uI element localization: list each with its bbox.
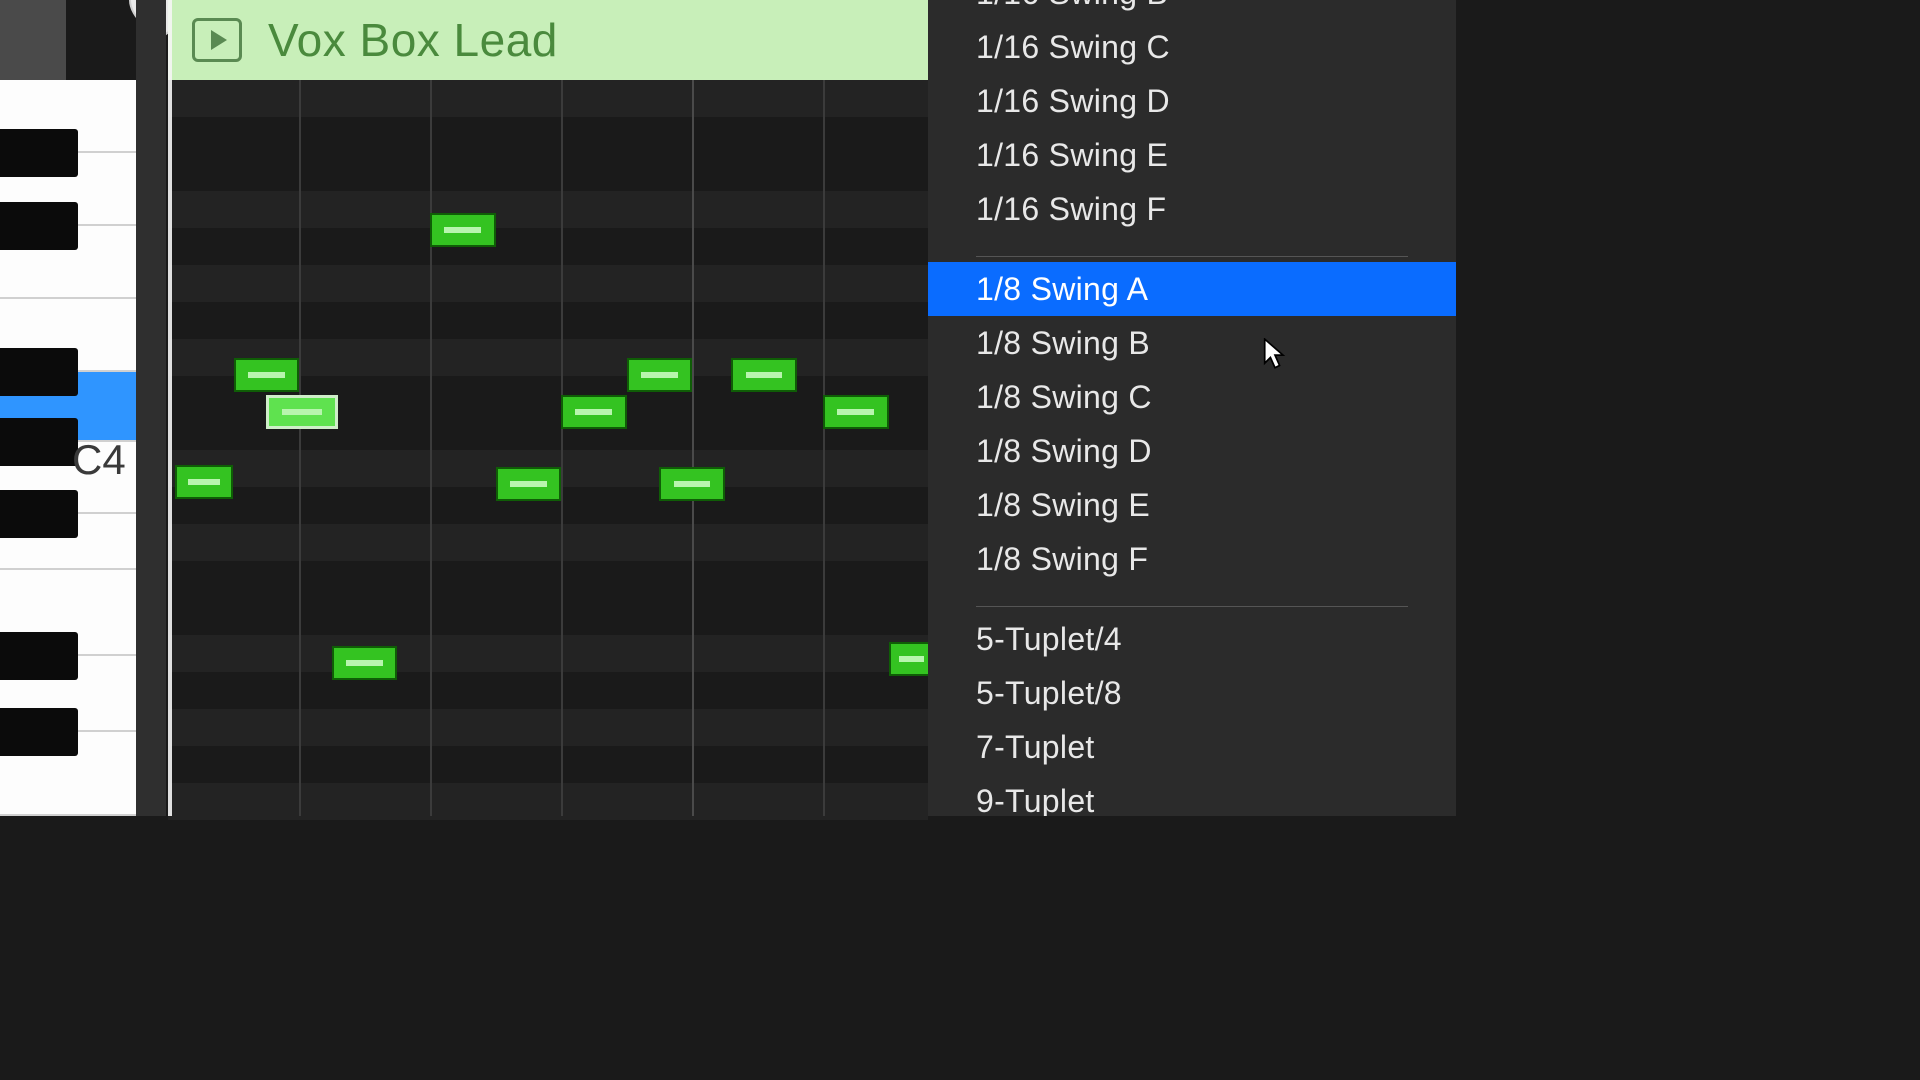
midi-note[interactable]	[496, 467, 562, 501]
menu-item[interactable]: 1/16 Swing B	[928, 0, 1456, 20]
menu-item[interactable]: 1/8 Swing F	[928, 532, 1456, 586]
menu-item[interactable]: 1/8 Swing A	[928, 262, 1456, 316]
grid-row	[168, 228, 928, 265]
grid-line	[430, 80, 432, 816]
midi-note[interactable]	[430, 213, 496, 247]
grid-row	[168, 746, 928, 783]
grid-row	[168, 820, 928, 857]
grid-row	[168, 672, 928, 709]
grid-row	[168, 635, 928, 672]
grid-line	[692, 80, 694, 816]
note-velocity-bar	[248, 372, 285, 378]
menu-item[interactable]: 1/16 Swing D	[928, 74, 1456, 128]
app-root: Vox Box Lead C4 1/16 Swing B1/16 Swing C…	[0, 0, 1456, 816]
black-key[interactable]	[0, 418, 78, 466]
menu-separator	[976, 256, 1408, 257]
midi-note[interactable]	[823, 395, 889, 429]
menu-item[interactable]: 1/8 Swing C	[928, 370, 1456, 424]
note-velocity-bar	[837, 409, 874, 415]
black-key[interactable]	[0, 632, 78, 680]
menu-item[interactable]: 1/8 Swing B	[928, 316, 1456, 370]
black-key[interactable]	[0, 348, 78, 396]
grid-line	[299, 80, 301, 816]
note-velocity-bar	[346, 660, 383, 666]
menu-item[interactable]: 1/16 Swing C	[928, 20, 1456, 74]
note-velocity-bar	[575, 409, 612, 415]
grid-row	[168, 191, 928, 228]
midi-note[interactable]	[659, 467, 725, 501]
grid-row	[168, 598, 928, 635]
ruler-strip[interactable]	[136, 0, 166, 816]
grid-row	[168, 561, 928, 598]
playhead[interactable]	[168, 0, 172, 816]
piano-keyboard[interactable]: C4	[0, 80, 136, 816]
note-velocity-bar	[444, 227, 481, 233]
play-region-button[interactable]	[192, 18, 242, 62]
grid-line	[561, 80, 563, 816]
menu-item[interactable]: 9-Tuplet	[928, 774, 1456, 816]
note-velocity-bar	[746, 372, 783, 378]
midi-note[interactable]	[234, 358, 300, 392]
black-key[interactable]	[0, 708, 78, 756]
note-velocity-bar	[641, 372, 678, 378]
piano-roll-grid[interactable]	[168, 80, 928, 816]
black-key[interactable]	[0, 129, 78, 177]
menu-separator	[976, 606, 1408, 607]
midi-note[interactable]	[627, 358, 693, 392]
region-title: Vox Box Lead	[268, 13, 558, 67]
quantize-menu[interactable]: 1/16 Swing B1/16 Swing C1/16 Swing D1/16…	[928, 0, 1456, 816]
black-key[interactable]	[0, 202, 78, 250]
midi-note[interactable]	[731, 358, 797, 392]
grid-row	[168, 117, 928, 154]
region-header[interactable]: Vox Box Lead	[168, 0, 928, 80]
play-icon	[211, 30, 227, 50]
menu-item[interactable]: 1/8 Swing D	[928, 424, 1456, 478]
midi-note[interactable]	[332, 646, 398, 680]
menu-item[interactable]: 7-Tuplet	[928, 720, 1456, 774]
grid-row	[168, 302, 928, 339]
black-key[interactable]	[0, 490, 78, 538]
grid-row	[168, 709, 928, 746]
menu-item[interactable]: 1/16 Swing F	[928, 182, 1456, 236]
grid-row	[168, 80, 928, 117]
note-velocity-bar	[899, 656, 924, 662]
menu-item[interactable]: 1/16 Swing E	[928, 128, 1456, 182]
grid-row	[168, 265, 928, 302]
menu-item[interactable]: 5-Tuplet/4	[928, 612, 1456, 666]
midi-note[interactable]	[175, 465, 234, 499]
grid-row	[168, 524, 928, 561]
note-velocity-bar	[510, 481, 547, 487]
note-velocity-bar	[282, 409, 322, 415]
midi-note[interactable]	[561, 395, 627, 429]
grid-line	[823, 80, 825, 816]
grid-row	[168, 783, 928, 820]
menu-item[interactable]: 1/8 Swing E	[928, 478, 1456, 532]
side-gutter	[0, 0, 66, 80]
midi-note[interactable]	[266, 395, 338, 429]
octave-label: C4	[72, 436, 126, 484]
note-velocity-bar	[188, 479, 221, 485]
menu-item[interactable]: 5-Tuplet/8	[928, 666, 1456, 720]
grid-row	[168, 154, 928, 191]
note-velocity-bar	[674, 481, 711, 487]
